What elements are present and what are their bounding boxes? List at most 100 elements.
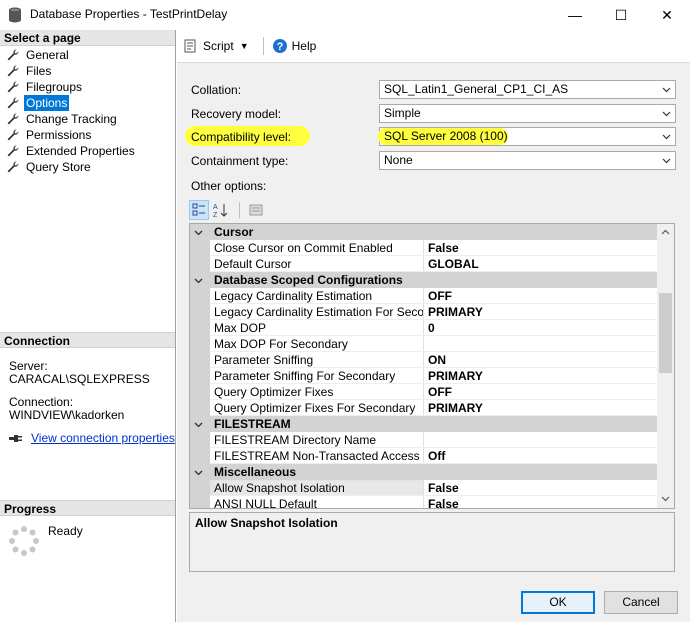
property-value[interactable]: Off xyxy=(428,449,445,463)
property-row[interactable]: Legacy Cardinality Estimation For Second… xyxy=(190,304,658,320)
recovery-model-select[interactable]: Simple xyxy=(379,104,676,123)
property-row[interactable]: Legacy Cardinality Estimation OFF xyxy=(190,288,658,304)
property-pages-button[interactable] xyxy=(246,200,266,220)
server-value: CARACAL\SQLEXPRESS xyxy=(9,372,150,386)
ok-button[interactable]: OK xyxy=(521,591,595,614)
scrollbar-thumb[interactable] xyxy=(659,293,672,373)
page-item-query-store[interactable]: Query Store xyxy=(0,159,175,175)
property-name: FILESTREAM Non-Transacted Access xyxy=(214,449,420,463)
script-button[interactable]: Script ▼ xyxy=(183,38,253,54)
property-row[interactable]: Default Cursor GLOBAL xyxy=(190,256,658,272)
category-row[interactable]: Miscellaneous xyxy=(190,464,658,480)
page-list: General Files Filegroups Options Change Trac… xyxy=(0,46,175,175)
view-connection-properties-link[interactable]: View connection properties xyxy=(31,431,175,445)
column-divider xyxy=(423,368,424,384)
property-value[interactable]: GLOBAL xyxy=(428,257,479,271)
collation-select[interactable]: SQL_Latin1_General_CP1_CI_AS xyxy=(379,80,676,99)
scroll-up-icon[interactable] xyxy=(661,228,670,237)
property-value[interactable]: False xyxy=(428,241,459,255)
progress-status: Ready xyxy=(48,524,83,538)
help-button[interactable]: ? Help xyxy=(272,38,317,54)
property-row[interactable]: FILESTREAM Directory Name xyxy=(190,432,658,448)
chevron-down-icon xyxy=(662,134,671,140)
column-divider xyxy=(423,496,424,508)
maximize-button[interactable]: ☐ xyxy=(598,0,644,30)
wrench-icon xyxy=(7,145,19,157)
toolbar-separator xyxy=(262,37,264,55)
script-icon xyxy=(184,39,196,53)
property-row[interactable]: ANSI NULL Default False xyxy=(190,496,658,508)
column-divider xyxy=(423,288,424,304)
property-value[interactable]: OFF xyxy=(428,385,452,399)
chevron-down-icon xyxy=(662,87,671,93)
property-row[interactable]: Query Optimizer Fixes For Secondary PRIMA… xyxy=(190,400,658,416)
collapse-icon[interactable] xyxy=(194,276,203,285)
property-value[interactable]: False xyxy=(428,481,459,495)
property-value[interactable]: 0 xyxy=(428,321,435,335)
wrench-icon xyxy=(7,81,19,93)
recovery-model-value: Simple xyxy=(384,106,421,120)
property-value[interactable]: PRIMARY xyxy=(428,305,483,319)
property-value[interactable]: OFF xyxy=(428,289,452,303)
sort-az-icon: A Z xyxy=(213,204,228,218)
column-divider xyxy=(423,448,424,464)
page-item-permissions[interactable]: Permissions xyxy=(0,127,175,143)
connection-header: Connection xyxy=(0,332,175,348)
compatibility-level-label: Compatibility level: xyxy=(191,130,292,144)
property-row[interactable]: Close Cursor on Commit Enabled False xyxy=(190,240,658,256)
category-row[interactable]: Database Scoped Configurations xyxy=(190,272,658,288)
page-item-files[interactable]: Files xyxy=(0,63,175,79)
row-gutter xyxy=(190,336,210,352)
collation-label: Collation: xyxy=(191,83,242,97)
containment-type-label: Containment type: xyxy=(191,154,289,168)
category-row[interactable]: Cursor xyxy=(190,224,658,240)
containment-type-select[interactable]: None xyxy=(379,151,676,170)
wrench-icon xyxy=(7,65,19,77)
category-name: Database Scoped Configurations xyxy=(214,273,403,287)
page-item-label: Filegroups xyxy=(26,80,83,94)
page-item-label: Query Store xyxy=(26,160,91,174)
page-item-change-tracking[interactable]: Change Tracking xyxy=(0,111,175,127)
property-grid[interactable]: ANSI NULL Default False Allow Snapshot Iso… xyxy=(189,223,675,509)
page-item-options[interactable]: Options xyxy=(0,95,175,111)
property-value[interactable]: ON xyxy=(428,353,446,367)
page-item-extended-properties[interactable]: Extended Properties xyxy=(0,143,175,159)
property-row[interactable]: Allow Snapshot Isolation False xyxy=(190,480,658,496)
progress-section: Progress Ready xyxy=(0,500,175,576)
cancel-button[interactable]: Cancel xyxy=(604,591,678,614)
collapse-icon[interactable] xyxy=(194,468,203,477)
compatibility-level-select[interactable]: SQL Server 2008 (100) xyxy=(378,127,676,146)
property-value[interactable]: False xyxy=(428,497,459,508)
minimize-button[interactable]: — xyxy=(552,0,598,30)
scroll-down-icon[interactable] xyxy=(661,494,670,503)
alphabetical-button[interactable]: A Z xyxy=(211,200,231,220)
property-row[interactable]: FILESTREAM Non-Transacted Access Off xyxy=(190,448,658,464)
column-divider xyxy=(423,256,424,272)
property-row[interactable]: Parameter Sniffing For Secondary PRIMARY xyxy=(190,368,658,384)
page-item-filegroups[interactable]: Filegroups xyxy=(0,79,175,95)
collapse-icon[interactable] xyxy=(194,420,203,429)
property-value[interactable]: PRIMARY xyxy=(428,369,483,383)
row-line xyxy=(210,335,658,336)
page-item-general[interactable]: General xyxy=(0,47,175,63)
property-pages-icon xyxy=(249,204,263,216)
page-item-label: Files xyxy=(26,64,52,78)
help-label: Help xyxy=(291,39,317,53)
collapse-icon[interactable] xyxy=(194,228,203,237)
chevron-down-icon[interactable]: ▼ xyxy=(240,41,249,51)
property-row[interactable]: Parameter Sniffing ON xyxy=(190,352,658,368)
description-panel: Allow Snapshot Isolation xyxy=(189,512,675,572)
property-value[interactable]: PRIMARY xyxy=(428,401,483,415)
description-title: Allow Snapshot Isolation xyxy=(195,516,338,530)
property-row[interactable]: Query Optimizer Fixes OFF xyxy=(190,384,658,400)
row-gutter xyxy=(190,480,210,496)
property-row[interactable]: Max DOP 0 xyxy=(190,320,658,336)
vertical-scrollbar[interactable] xyxy=(657,224,674,508)
property-row[interactable]: Max DOP For Secondary xyxy=(190,336,658,352)
categorized-button[interactable] xyxy=(189,200,209,220)
property-name: Allow Snapshot Isolation xyxy=(214,481,424,496)
property-name: Default Cursor xyxy=(214,257,292,271)
row-line xyxy=(210,255,658,256)
category-row[interactable]: FILESTREAM xyxy=(190,416,658,432)
close-button[interactable]: ✕ xyxy=(644,0,690,30)
